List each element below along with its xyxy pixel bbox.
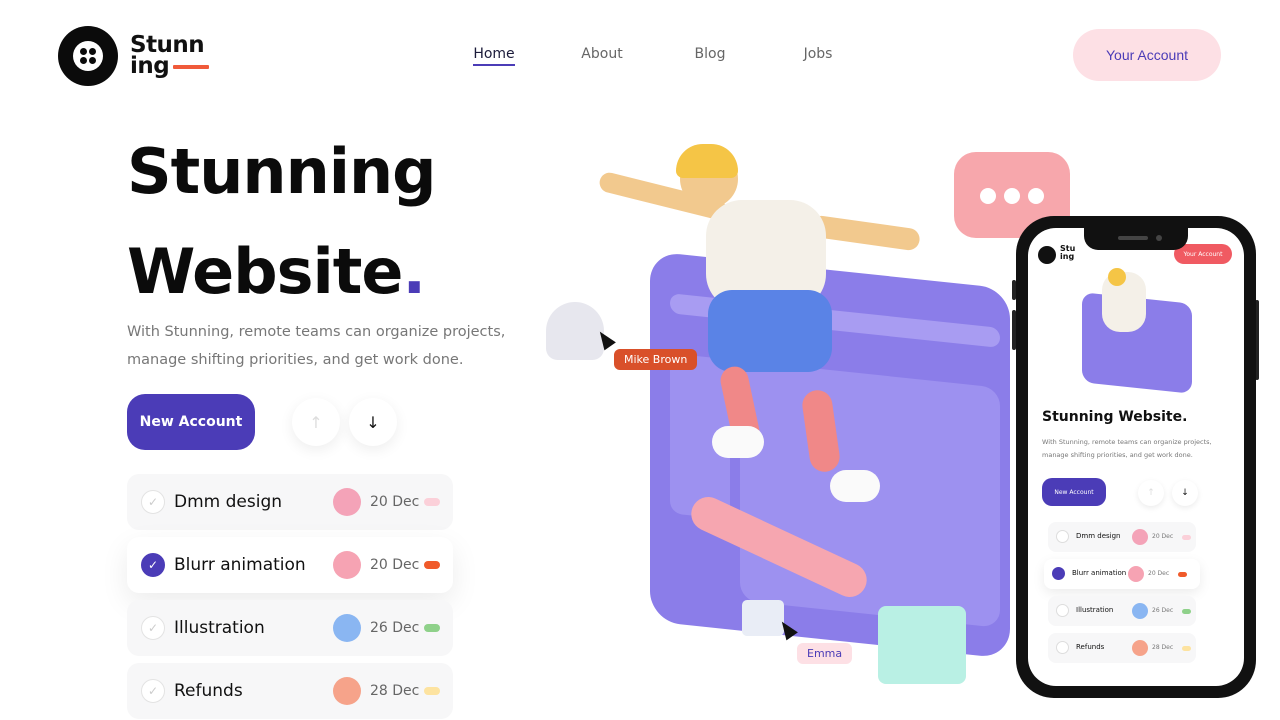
task-name: Blurr animation bbox=[174, 555, 306, 575]
phone-arrow-down-icon[interactable]: ↓ bbox=[1172, 480, 1198, 506]
task-row[interactable]: ✓ Blurr animation 20 Dec bbox=[127, 537, 453, 593]
task-name: Dmm design bbox=[174, 492, 283, 512]
phone-task-row[interactable]: Dmm design 20 Dec bbox=[1048, 522, 1196, 552]
logo-line-2: ing bbox=[130, 53, 170, 79]
task-date: 20 Dec bbox=[370, 494, 420, 510]
avatar bbox=[333, 551, 361, 579]
cube-illustration bbox=[742, 600, 784, 636]
task-list: ✓ Dmm design 20 Dec ✓ Blurr animation 20… bbox=[127, 474, 453, 720]
nav-home[interactable]: Home bbox=[440, 46, 548, 66]
nav-about[interactable]: About bbox=[548, 46, 656, 62]
hero-title-line-2: Website bbox=[127, 235, 403, 308]
status-pill bbox=[1182, 646, 1191, 651]
phone-illustration bbox=[1058, 268, 1218, 408]
phone-task-checkbox[interactable] bbox=[1052, 567, 1065, 580]
phone-logo-wordmark: Stu ing bbox=[1060, 244, 1076, 261]
phone-task-list: Dmm design 20 Dec Blurr animation 20 Dec… bbox=[1044, 522, 1200, 670]
task-date: 20 Dec bbox=[370, 557, 420, 573]
phone-new-account-button[interactable]: New Account bbox=[1042, 478, 1106, 506]
task-row[interactable]: ✓ Refunds 28 Dec bbox=[127, 663, 453, 719]
task-date: 28 Dec bbox=[370, 683, 420, 699]
task-checkbox[interactable]: ✓ bbox=[141, 616, 165, 640]
avatar bbox=[1132, 603, 1148, 619]
status-pill bbox=[1178, 572, 1187, 577]
status-pill bbox=[424, 624, 440, 632]
task-checkbox[interactable]: ✓ bbox=[141, 679, 165, 703]
user-tag-emma: Emma bbox=[797, 643, 853, 664]
avatar bbox=[333, 677, 361, 705]
phone-task-row[interactable]: Refunds 28 Dec bbox=[1048, 633, 1196, 663]
phone-logo-icon bbox=[1038, 246, 1056, 264]
phone-task-name: Blurr animation bbox=[1072, 569, 1127, 577]
brand-logo[interactable]: Stunn ing bbox=[58, 26, 210, 86]
main-nav: Home About Blog Jobs bbox=[440, 46, 872, 66]
avatar bbox=[333, 488, 361, 516]
hero-illustration: Mike Brown Emma bbox=[540, 130, 1070, 700]
arrow-down-icon: ↓ bbox=[366, 412, 380, 432]
phone-task-checkbox[interactable] bbox=[1056, 604, 1069, 617]
task-row[interactable]: ✓ Dmm design 20 Dec bbox=[127, 474, 453, 530]
new-account-button[interactable]: New Account bbox=[127, 394, 255, 450]
skater-shoe bbox=[830, 470, 880, 502]
landing-page: Stunn ing Home About Blog Jobs Your Acco… bbox=[0, 0, 1280, 720]
phone-task-date: 28 Dec bbox=[1152, 644, 1174, 651]
phone-task-row[interactable]: Blurr animation 20 Dec bbox=[1044, 559, 1200, 589]
bell-icon bbox=[546, 302, 604, 360]
task-name: Illustration bbox=[174, 618, 265, 638]
avatar bbox=[1132, 640, 1148, 656]
cube-illustration bbox=[878, 606, 966, 684]
phone-task-date: 20 Dec bbox=[1152, 533, 1174, 540]
skater-hair bbox=[676, 144, 738, 178]
phone-task-row[interactable]: Illustration 26 Dec bbox=[1048, 596, 1196, 626]
task-checkbox[interactable]: ✓ bbox=[141, 490, 165, 514]
task-name: Refunds bbox=[174, 681, 243, 701]
avatar bbox=[1132, 529, 1148, 545]
logo-underline bbox=[173, 64, 210, 69]
task-checkbox[interactable]: ✓ bbox=[141, 553, 165, 577]
phone-subtitle: With Stunning, remote teams can organize… bbox=[1042, 438, 1212, 459]
phone-task-name: Dmm design bbox=[1076, 532, 1121, 540]
logo-mark-icon bbox=[58, 26, 118, 86]
hero-title-dot: . bbox=[402, 235, 426, 308]
skater-shoe bbox=[712, 426, 764, 458]
status-pill bbox=[424, 561, 440, 569]
nav-blog[interactable]: Blog bbox=[656, 46, 764, 62]
phone-task-checkbox[interactable] bbox=[1056, 530, 1069, 543]
hero-subtitle: With Stunning, remote teams can organize… bbox=[127, 324, 506, 368]
phone-title: Stunning Website. bbox=[1042, 409, 1188, 425]
status-pill bbox=[1182, 609, 1191, 614]
avatar bbox=[333, 614, 361, 642]
logo-wordmark: Stunn ing bbox=[130, 34, 210, 79]
phone-task-checkbox[interactable] bbox=[1056, 641, 1069, 654]
status-pill bbox=[424, 687, 440, 695]
task-row[interactable]: ✓ Illustration 26 Dec bbox=[127, 600, 453, 656]
nav-jobs[interactable]: Jobs bbox=[764, 46, 872, 62]
scroll-up-button[interactable]: ↑ bbox=[292, 398, 340, 446]
phone-notch bbox=[1084, 228, 1188, 250]
scroll-down-button[interactable]: ↓ bbox=[349, 398, 397, 446]
phone-mockup: Stu ing Your Account Stunning Website. Wi… bbox=[1016, 216, 1256, 698]
status-pill bbox=[424, 498, 440, 506]
phone-task-date: 20 Dec bbox=[1148, 570, 1170, 577]
hero-title-line-1: Stunning bbox=[127, 135, 436, 208]
hero-title: Stunning Website. bbox=[127, 122, 436, 322]
avatar bbox=[1128, 566, 1144, 582]
phone-account-button[interactable]: Your Account bbox=[1174, 244, 1232, 264]
status-pill bbox=[1182, 535, 1191, 540]
user-tag-mike: Mike Brown bbox=[614, 349, 698, 370]
phone-task-date: 26 Dec bbox=[1152, 607, 1174, 614]
phone-task-name: Refunds bbox=[1076, 643, 1105, 651]
arrow-up-icon: ↑ bbox=[309, 412, 323, 432]
your-account-button[interactable]: Your Account bbox=[1073, 29, 1221, 81]
phone-task-name: Illustration bbox=[1076, 606, 1114, 614]
skater-shorts bbox=[708, 290, 832, 372]
phone-arrow-up-icon[interactable]: ↑ bbox=[1138, 480, 1164, 506]
task-date: 26 Dec bbox=[370, 620, 420, 636]
phone-screen: Stu ing Your Account Stunning Website. Wi… bbox=[1028, 228, 1244, 686]
